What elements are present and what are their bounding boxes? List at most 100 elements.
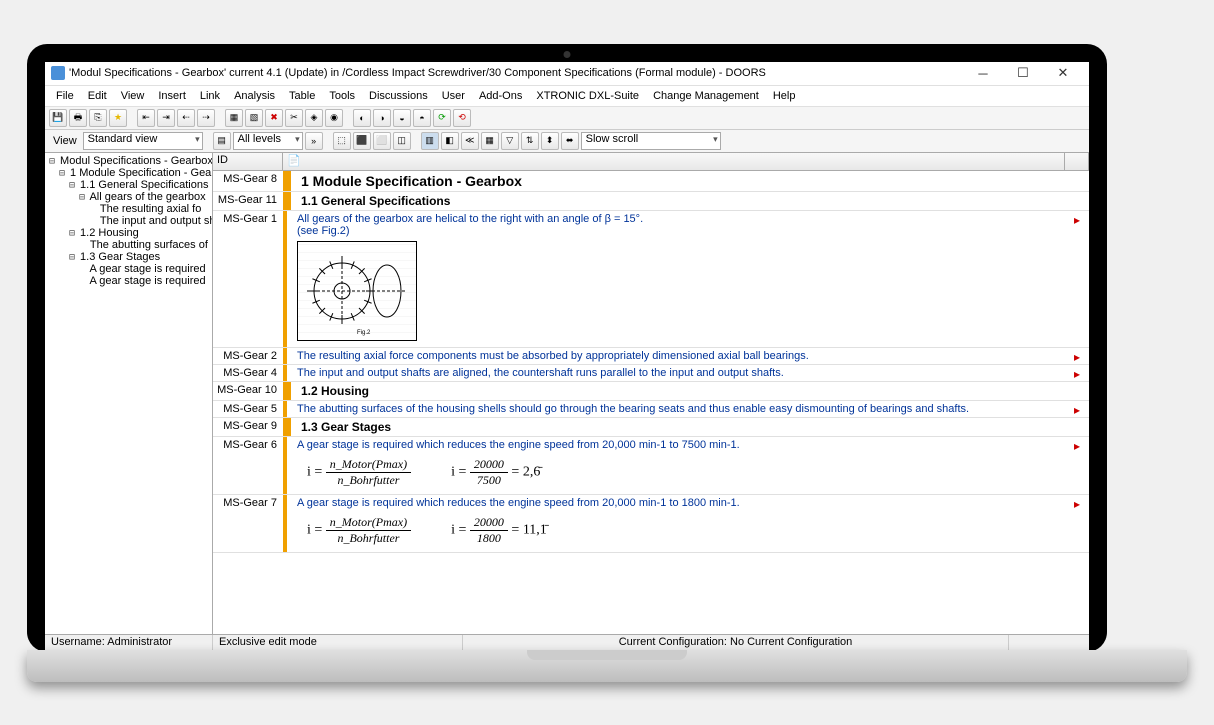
object-text[interactable]: The resulting axial force components mus… (283, 348, 1065, 364)
outdent-icon[interactable]: ⇠ (177, 109, 195, 127)
refresh-icon[interactable]: ⟳ (433, 109, 451, 127)
sort2-icon[interactable]: ⬍ (541, 132, 559, 150)
favorite-icon[interactable]: ★ (109, 109, 127, 127)
link-indicator-icon[interactable] (1065, 192, 1089, 210)
print-icon[interactable]: 🖶 (69, 109, 87, 127)
tree-item[interactable]: ⊟ 1 Module Specification - Gearbo (45, 167, 212, 179)
menu-file[interactable]: File (49, 88, 81, 104)
col-flag[interactable] (1065, 153, 1089, 170)
tree-item[interactable]: The abutting surfaces of (45, 239, 212, 251)
link-indicator-icon[interactable] (1065, 382, 1089, 400)
tree-item[interactable]: The resulting axial fo (45, 203, 212, 215)
scroll-select[interactable]: Slow scroll (581, 132, 721, 150)
expand-icon[interactable]: » (305, 132, 323, 150)
tool-c-icon[interactable]: ◈ (305, 109, 323, 127)
link-indicator-icon[interactable]: ▸ (1065, 495, 1089, 552)
funnel-icon[interactable]: ▽ (501, 132, 519, 150)
tree-item[interactable]: ⊟ 1.1 General Specifications (45, 179, 212, 191)
delete-icon[interactable]: ✖ (265, 109, 283, 127)
tool-b-icon[interactable]: ▧ (245, 109, 263, 127)
nav-a-icon[interactable]: ⬚ (333, 132, 351, 150)
object-text[interactable]: The input and output shafts are aligned,… (283, 365, 1065, 381)
menu-edit[interactable]: Edit (81, 88, 114, 104)
object-row[interactable]: MS-Gear 111.1 General Specifications (213, 192, 1089, 211)
menu-link[interactable]: Link (193, 88, 227, 104)
menu-add-ons[interactable]: Add-Ons (472, 88, 529, 104)
menu-analysis[interactable]: Analysis (227, 88, 282, 104)
object-text[interactable]: A gear stage is required which reduces t… (283, 437, 1065, 494)
nav-c-icon[interactable]: ⬜ (373, 132, 391, 150)
link-a-icon[interactable]: ◐ (353, 109, 371, 127)
link-indicator-icon[interactable]: ▸ (1065, 348, 1089, 364)
tree-item[interactable]: ⊟ 1.3 Gear Stages (45, 251, 212, 263)
sort3-icon[interactable]: ⬌ (561, 132, 579, 150)
link-indicator-icon[interactable]: ▸ (1065, 365, 1089, 381)
object-row[interactable]: MS-Gear 1All gears of the gearbox are he… (213, 211, 1089, 348)
menu-discussions[interactable]: Discussions (362, 88, 435, 104)
col-text[interactable]: 📄 (283, 153, 1065, 170)
object-row[interactable]: MS-Gear 81 Module Specification - Gearbo… (213, 171, 1089, 192)
link-indicator-icon[interactable]: ▸ (1065, 211, 1089, 347)
link-b-icon[interactable]: ◑ (373, 109, 391, 127)
object-text[interactable]: 1 Module Specification - Gearbox (283, 171, 1065, 191)
tree-item[interactable]: ⊟ Modul Specifications - Gearbox (45, 155, 212, 167)
link-indicator-icon[interactable] (1065, 171, 1089, 191)
outline-toggle-icon[interactable]: ▤ (213, 132, 231, 150)
nav-d-icon[interactable]: ◫ (393, 132, 411, 150)
sync-icon[interactable]: ⟲ (453, 109, 471, 127)
object-row[interactable]: MS-Gear 7A gear stage is required which … (213, 495, 1089, 553)
link-indicator-icon[interactable]: ▸ (1065, 401, 1089, 417)
menu-change-management[interactable]: Change Management (646, 88, 766, 104)
link-d-icon[interactable]: ◓ (413, 109, 431, 127)
menu-view[interactable]: View (114, 88, 152, 104)
copy-icon[interactable]: ⎘ (89, 109, 107, 127)
object-text[interactable]: A gear stage is required which reduces t… (283, 495, 1065, 552)
tree-item[interactable]: ⊟ All gears of the gearbox (45, 191, 212, 203)
menu-xtronic-dxl-suite[interactable]: XTRONIC DXL-Suite (529, 88, 646, 104)
filter-b-icon[interactable]: ◧ (441, 132, 459, 150)
object-text[interactable]: 1.1 General Specifications (283, 192, 1065, 210)
indent-right-icon[interactable]: ⇥ (157, 109, 175, 127)
tree-item[interactable]: ⊟ 1.2 Housing (45, 227, 212, 239)
indent-left-icon[interactable]: ⇤ (137, 109, 155, 127)
filter-a-icon[interactable]: ▥ (421, 132, 439, 150)
indent-icon[interactable]: ⇢ (197, 109, 215, 127)
outline-tree[interactable]: ⊟ Modul Specifications - Gearbox⊟ 1 Modu… (45, 153, 213, 634)
view-select[interactable]: Standard view (83, 132, 203, 150)
sort-icon[interactable]: ⇅ (521, 132, 539, 150)
levels-select[interactable]: All levels (233, 132, 303, 150)
rows-container[interactable]: MS-Gear 81 Module Specification - Gearbo… (213, 171, 1089, 634)
menu-user[interactable]: User (435, 88, 472, 104)
menu-insert[interactable]: Insert (151, 88, 193, 104)
filter-d-icon[interactable]: ▦ (481, 132, 499, 150)
filter-c-icon[interactable]: ≪ (461, 132, 479, 150)
object-row[interactable]: MS-Gear 5The abutting surfaces of the ho… (213, 401, 1089, 418)
tool-a-icon[interactable]: ▦ (225, 109, 243, 127)
object-text[interactable]: 1.2 Housing (283, 382, 1065, 400)
tree-item[interactable]: A gear stage is required (45, 275, 212, 287)
tree-item[interactable]: The input and output sh (45, 215, 212, 227)
nav-b-icon[interactable]: ⬛ (353, 132, 371, 150)
object-text[interactable]: 1.3 Gear Stages (283, 418, 1065, 436)
save-icon[interactable]: 💾 (49, 109, 67, 127)
menu-tools[interactable]: Tools (322, 88, 362, 104)
object-text[interactable]: All gears of the gearbox are helical to … (283, 211, 1065, 347)
menu-help[interactable]: Help (766, 88, 803, 104)
object-row[interactable]: MS-Gear 6A gear stage is required which … (213, 437, 1089, 495)
link-indicator-icon[interactable]: ▸ (1065, 437, 1089, 494)
col-id[interactable]: ID (213, 153, 283, 170)
link-indicator-icon[interactable] (1065, 418, 1089, 436)
tool-d-icon[interactable]: ◉ (325, 109, 343, 127)
object-row[interactable]: MS-Gear 2The resulting axial force compo… (213, 348, 1089, 365)
close-button[interactable]: ✕ (1043, 62, 1083, 84)
object-text[interactable]: The abutting surfaces of the housing she… (283, 401, 1065, 417)
minimize-button[interactable]: ─ (963, 62, 1003, 84)
maximize-button[interactable]: ☐ (1003, 62, 1043, 84)
object-row[interactable]: MS-Gear 4The input and output shafts are… (213, 365, 1089, 382)
object-row[interactable]: MS-Gear 91.3 Gear Stages (213, 418, 1089, 437)
link-c-icon[interactable]: ◒ (393, 109, 411, 127)
cut-icon[interactable]: ✂ (285, 109, 303, 127)
tree-item[interactable]: A gear stage is required (45, 263, 212, 275)
menu-table[interactable]: Table (282, 88, 322, 104)
object-row[interactable]: MS-Gear 101.2 Housing (213, 382, 1089, 401)
